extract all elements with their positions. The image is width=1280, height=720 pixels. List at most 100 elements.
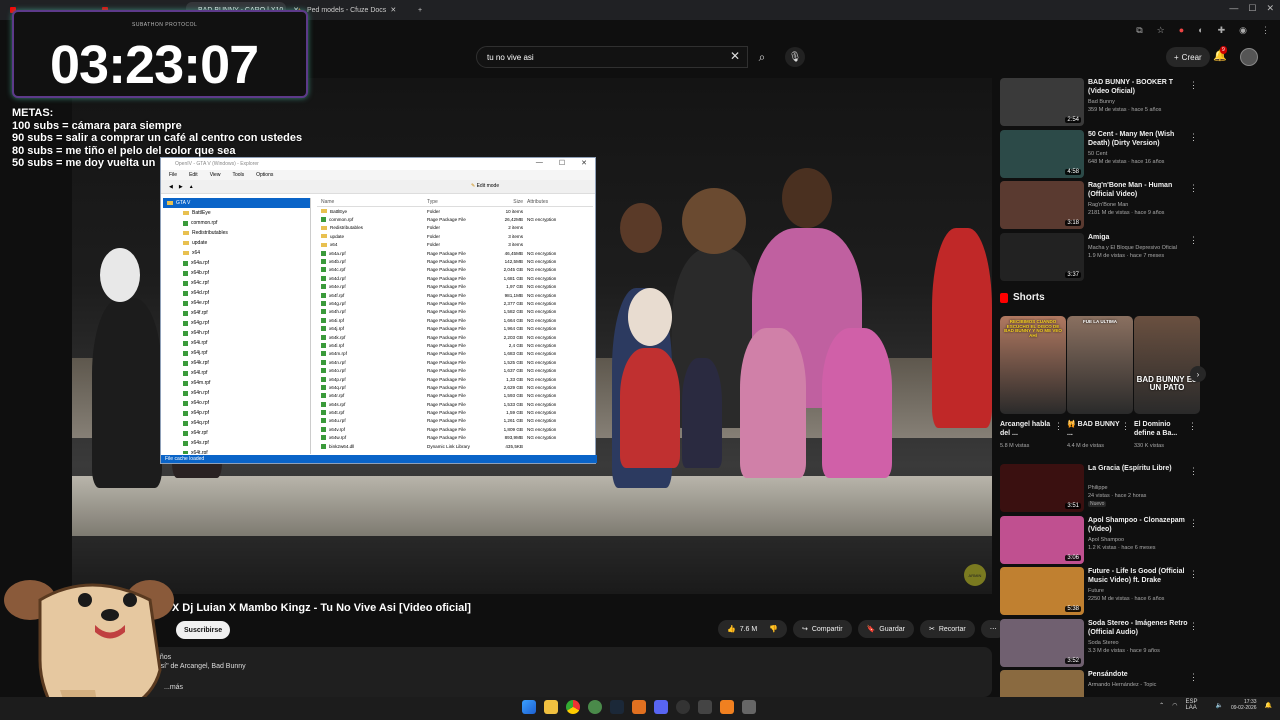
short-thumbnail[interactable]: RECIBIMOS CUANDO ESCUCHO EL DISCO DE BAD… [1000, 316, 1066, 414]
menu-tools[interactable]: Tools [232, 172, 244, 178]
tree-item[interactable]: x64q.rpf [163, 418, 310, 428]
channel-name[interactable]: Future [1088, 588, 1104, 594]
video-thumbnail[interactable]: 5:38 [1000, 567, 1084, 615]
channel-name[interactable]: Macha y El Bloque Depresivo Oficial [1088, 245, 1177, 251]
video-title[interactable]: Future - Life Is Good (Official Music Vi… [1088, 567, 1194, 585]
file-row[interactable]: x64b.rpf Rage Package File 142,5MB NG encry… [317, 257, 593, 265]
recommended-video[interactable]: 3:51 La Gracia (Espíritu Libre) Philippe 24… [1000, 464, 1200, 512]
recommended-video[interactable]: 3:06 Apol Shampoo - Clonazepam (Video) Apo… [1000, 515, 1200, 564]
menu-icon[interactable]: ⋮ [1261, 25, 1270, 36]
chevron-up-icon[interactable]: ⌃ [1159, 702, 1164, 709]
menu-options[interactable]: Options [256, 172, 273, 178]
windows-start-icon[interactable] [522, 700, 536, 714]
vlc-icon[interactable] [720, 700, 734, 714]
more-options-icon[interactable]: ⋮ [1188, 421, 1197, 432]
tree-item[interactable]: x64s.rpf [163, 438, 310, 448]
extension-icon[interactable]: ◐ [1198, 25, 1203, 35]
channel-name[interactable]: Armando Hernández - Topic [1088, 682, 1156, 688]
video-thumbnail[interactable]: 4:58 [1000, 129, 1084, 178]
tree-item[interactable]: update [163, 238, 310, 248]
recommended-video[interactable]: 3:52 Soda Stereo - Imágenes Retro (Offici… [1000, 618, 1200, 667]
lang-indicator[interactable]: ESP LAA [1185, 699, 1207, 711]
video-thumbnail[interactable]: 3:37 [1000, 232, 1084, 281]
search-icon[interactable]: ⌕ [750, 46, 774, 68]
file-row[interactable]: x64e.rpf Rage Package File 1,97 GB NG encry… [317, 283, 593, 291]
file-explorer-icon[interactable] [544, 700, 558, 714]
column-attributes[interactable]: Attributes [527, 199, 587, 205]
app-icon[interactable] [742, 700, 756, 714]
menu-file[interactable]: File [169, 172, 177, 178]
more-options-icon[interactable]: ⋮ [1189, 80, 1198, 91]
tree-item[interactable]: x64 [163, 248, 310, 258]
more-options-icon[interactable]: ⋮ [1054, 421, 1063, 432]
discord-icon[interactable] [654, 700, 668, 714]
maximize-icon[interactable]: ☐ [1248, 3, 1256, 14]
video-title[interactable]: Apol Shampoo - Clonazepam (Video) [1088, 516, 1194, 534]
search-input[interactable]: tu no vive asi [476, 46, 748, 68]
more-options-icon[interactable]: ⋮ [1189, 183, 1198, 194]
tree-item[interactable]: x64b.rpf [163, 268, 310, 278]
tree-item[interactable]: x64o.rpf [163, 398, 310, 408]
profile-icon[interactable]: ◉ [1239, 25, 1247, 36]
file-row[interactable]: x64q.rpf Rage Package File 2,629 GB NG encr… [317, 383, 593, 391]
video-thumbnail[interactable]: 3:06 [1000, 515, 1084, 564]
tree-item[interactable]: x64r.rpf [163, 428, 310, 438]
channel-watermark[interactable]: ARMIN [964, 564, 986, 586]
video-thumbnail[interactable]: 2:54 [1000, 78, 1084, 126]
more-options-icon[interactable]: ⋮ [1189, 132, 1198, 143]
short-title[interactable]: Arcangel habla del ... [1000, 420, 1054, 438]
file-row[interactable]: bink2w64.dll Dynamic Link Library 435,5KB [317, 442, 593, 450]
channel-name[interactable]: Philippe [1088, 485, 1108, 491]
short-thumbnail[interactable]: BAD BUNNY ES UN PATO [1134, 316, 1200, 414]
clip-button[interactable]: ✂ Recortar [919, 620, 975, 638]
tree-item[interactable]: x64t.rpf [163, 448, 310, 454]
new-tab-button[interactable]: + [410, 2, 430, 18]
recommended-video[interactable]: 4:58 50 Cent - Many Men (Wish Death) (Dir… [1000, 129, 1200, 178]
tree-item[interactable]: x64i.rpf [163, 338, 310, 348]
openiv-window[interactable]: OpenIV - GTA V (Windows) - Explorer — ☐ … [160, 157, 597, 464]
tree-item[interactable]: x64f.rpf [163, 308, 310, 318]
more-options-icon[interactable]: ⋮ [1121, 421, 1130, 432]
tree-item[interactable]: BattlEye [163, 208, 310, 218]
tree-item[interactable]: x64g.rpf [163, 318, 310, 328]
short-thumbnail[interactable]: FUE LA ULTIMA [1067, 316, 1133, 414]
avatar[interactable] [1240, 48, 1258, 66]
file-row[interactable]: x64i.rpf Rage Package File 1,664 GB NG encr… [317, 316, 593, 324]
file-list[interactable]: Name Type Size Attributes BattlEye Folder… [317, 198, 593, 454]
file-row[interactable]: x64a.rpf Rage Package File 46,45MB NG encry… [317, 249, 593, 257]
clear-search-icon[interactable]: ✕ [730, 49, 740, 63]
file-row[interactable]: x64r.rpf Rage Package File 1,593 GB NG encr… [317, 392, 593, 400]
file-row[interactable]: x64g.rpf Rage Package File 2,377 GB NG encr… [317, 299, 593, 307]
tree-item[interactable]: common.rpf [163, 218, 310, 228]
create-button[interactable]: + Crear [1166, 47, 1210, 67]
file-row[interactable]: x64o.rpf Rage Package File 1,637 GB NG encr… [317, 366, 593, 374]
tree-root[interactable]: GTA V [163, 198, 310, 208]
tree-item[interactable]: x64d.rpf [163, 288, 310, 298]
recommended-video[interactable]: 3:18 Rag'n'Bone Man - Human (Official Vid… [1000, 181, 1200, 229]
more-options-icon[interactable]: ⋮ [1189, 569, 1198, 580]
file-row[interactable]: x64v.rpf Rage Package File 1,809 GB NG encr… [317, 425, 593, 433]
channel-name[interactable]: 50 Cent [1088, 151, 1107, 157]
column-type[interactable]: Type [427, 199, 487, 205]
more-options-icon[interactable]: ⋮ [1189, 518, 1198, 529]
video-thumbnail[interactable]: 3:52 [1000, 618, 1084, 667]
video-title[interactable]: Amiga [1088, 233, 1194, 242]
chevron-right-icon[interactable]: › [1190, 366, 1206, 382]
video-thumbnail[interactable]: 3:18 [1000, 181, 1084, 229]
file-row[interactable]: x64k.rpf Rage Package File 2,203 GB NG encr… [317, 333, 593, 341]
openiv-icon[interactable] [588, 700, 602, 714]
video-title[interactable]: La Gracia (Espíritu Libre) [1088, 464, 1194, 473]
file-row[interactable]: x64c.rpf Rage Package File 2,045 GB NG encr… [317, 266, 593, 274]
file-row[interactable]: x64n.rpf Rage Package File 1,525 GB NG encr… [317, 358, 593, 366]
tree-item[interactable]: x64m.rpf [163, 378, 310, 388]
tree-item[interactable]: Redistributables [163, 228, 310, 238]
tree-item[interactable]: x64a.rpf [163, 258, 310, 268]
channel-name[interactable]: Rag'n'Bone Man [1088, 202, 1128, 208]
obs-icon[interactable] [676, 700, 690, 714]
tree-item[interactable]: x64e.rpf [163, 298, 310, 308]
file-row[interactable]: x64d.rpf Rage Package File 1,681 GB NG encr… [317, 274, 593, 282]
video-thumbnail[interactable]: 3:51 [1000, 464, 1084, 512]
mic-icon[interactable]: 🎙 [785, 47, 805, 67]
file-row[interactable]: x64u.rpf Rage Package File 1,261 GB NG encr… [317, 417, 593, 425]
tree-item[interactable]: x64n.rpf [163, 388, 310, 398]
